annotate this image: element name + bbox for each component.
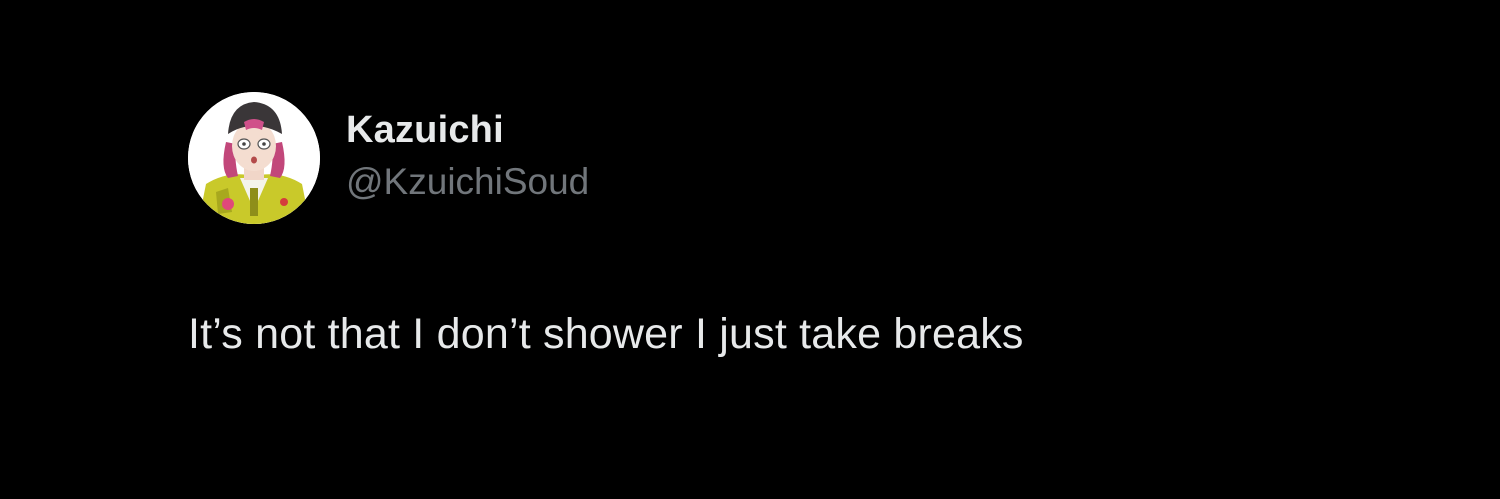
avatar-image-icon xyxy=(188,92,320,224)
display-name[interactable]: Kazuichi xyxy=(346,107,589,153)
avatar[interactable] xyxy=(188,92,320,224)
tweet-card: Kazuichi @KzuichiSoud It’s not that I do… xyxy=(188,92,1388,358)
author-names: Kazuichi @KzuichiSoud xyxy=(346,107,589,207)
user-handle[interactable]: @KzuichiSoud xyxy=(346,157,589,207)
tweet-text: It’s not that I don’t shower I just take… xyxy=(188,310,1024,358)
tweet-header: Kazuichi @KzuichiSoud xyxy=(188,92,1388,224)
